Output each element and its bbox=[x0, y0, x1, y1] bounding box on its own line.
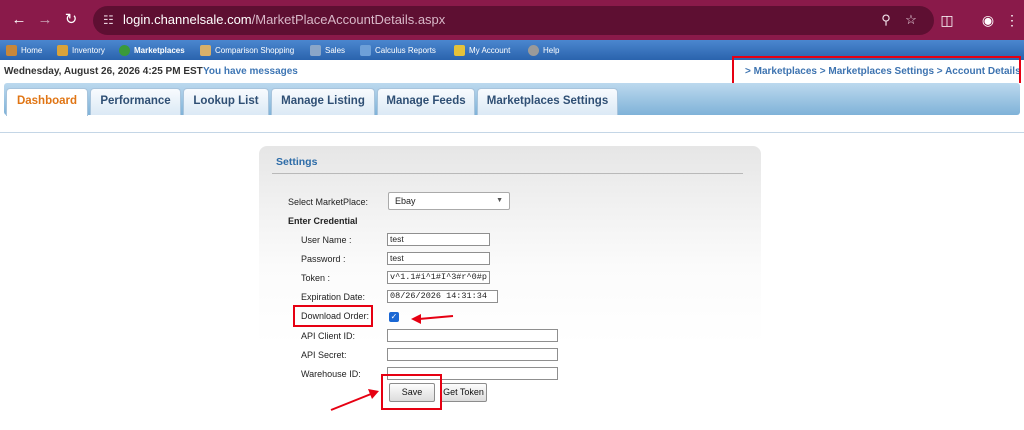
username-label: User Name : bbox=[301, 235, 352, 245]
home-icon bbox=[6, 45, 17, 56]
menu-item-marketplaces[interactable]: Marketplaces bbox=[119, 43, 185, 58]
back-icon[interactable]: ← bbox=[10, 11, 28, 29]
inventory-icon bbox=[57, 45, 68, 56]
account-icon bbox=[454, 45, 465, 56]
api-secret-label: API Secret: bbox=[301, 350, 347, 360]
forward-icon[interactable]: → bbox=[36, 11, 54, 29]
report-icon bbox=[360, 45, 371, 56]
browser-toolbar: ← → ↻ ☷ login.channelsale.com/MarketPlac… bbox=[0, 0, 1024, 40]
annotation-box-save bbox=[381, 374, 442, 410]
tab-marketplaces-settings[interactable]: Marketplaces Settings bbox=[477, 88, 618, 115]
expiration-date-label: Expiration Date: bbox=[301, 292, 366, 302]
api-secret-field[interactable] bbox=[387, 348, 558, 361]
password-field[interactable]: test bbox=[387, 252, 490, 265]
menu-dots-icon[interactable]: ⋮ bbox=[1003, 11, 1021, 29]
menu-item-calculus-reports[interactable]: Calculus Reports bbox=[360, 43, 436, 58]
menu-item-comparison-shopping[interactable]: Comparison Shopping bbox=[200, 43, 294, 58]
enter-credential-heading: Enter Credential bbox=[288, 216, 358, 226]
username-field[interactable]: test bbox=[387, 233, 490, 246]
expiration-date-field[interactable]: 08/26/2026 14:31:34 bbox=[387, 290, 498, 303]
url-text: login.channelsale.com/MarketPlaceAccount… bbox=[123, 12, 446, 27]
bookmark-star-icon[interactable]: ☆ bbox=[903, 12, 919, 28]
get-token-button[interactable]: Get Token bbox=[440, 383, 487, 402]
messages-link[interactable]: You have messages bbox=[203, 66, 298, 77]
download-order-checkbox[interactable]: ✓ bbox=[389, 312, 399, 322]
tab-band: Dashboard Performance Lookup List Manage… bbox=[0, 83, 1024, 133]
warehouse-id-label: Warehouse ID: bbox=[301, 369, 361, 379]
help-icon bbox=[528, 45, 539, 56]
menu-item-help[interactable]: Help bbox=[528, 43, 559, 58]
password-label: Password : bbox=[301, 254, 346, 264]
tab-dashboard[interactable]: Dashboard bbox=[6, 88, 88, 116]
zoom-icon[interactable]: ⚲ bbox=[878, 12, 894, 28]
sales-icon bbox=[310, 45, 321, 56]
tab-performance[interactable]: Performance bbox=[90, 88, 181, 115]
reload-icon[interactable]: ↻ bbox=[62, 11, 80, 29]
shopping-icon bbox=[200, 45, 211, 56]
site-settings-icon[interactable]: ☷ bbox=[103, 12, 119, 28]
menu-item-home[interactable]: Home bbox=[6, 43, 42, 58]
api-client-id-label: API Client ID: bbox=[301, 331, 356, 341]
token-label: Token : bbox=[301, 273, 331, 283]
chevron-down-icon: ▼ bbox=[496, 197, 503, 204]
api-client-id-field[interactable] bbox=[387, 329, 558, 342]
tab-manage-listing[interactable]: Manage Listing bbox=[271, 88, 375, 115]
settings-title: Settings bbox=[276, 156, 318, 168]
current-datetime: Wednesday, August 26, 2026 4:25 PM EST bbox=[4, 66, 203, 77]
extensions-icon[interactable]: ◫ bbox=[938, 11, 956, 29]
settings-divider bbox=[272, 173, 743, 174]
marketplace-select[interactable]: Ebay ▼ bbox=[388, 192, 510, 210]
menu-item-sales[interactable]: Sales bbox=[310, 43, 345, 58]
address-bar[interactable]: ☷ login.channelsale.com/MarketPlaceAccou… bbox=[93, 6, 934, 35]
annotation-arrow-save bbox=[330, 389, 379, 411]
tab-manage-feeds[interactable]: Manage Feeds bbox=[377, 88, 475, 115]
menu-item-inventory[interactable]: Inventory bbox=[57, 43, 105, 58]
tab-strip: Dashboard Performance Lookup List Manage… bbox=[4, 83, 1020, 116]
menu-item-my-account[interactable]: My Account bbox=[454, 43, 510, 58]
token-field[interactable]: v^1.1#i^1#I^3#r^0#p bbox=[387, 271, 490, 284]
profile-icon[interactable]: ◉ bbox=[979, 11, 997, 29]
select-marketplace-label: Select MarketPlace: bbox=[288, 197, 369, 207]
annotation-arrow-checkbox bbox=[411, 314, 454, 324]
tab-lookup-list[interactable]: Lookup List bbox=[183, 88, 269, 115]
annotation-box-download-order bbox=[293, 305, 373, 327]
globe-icon bbox=[119, 45, 130, 56]
